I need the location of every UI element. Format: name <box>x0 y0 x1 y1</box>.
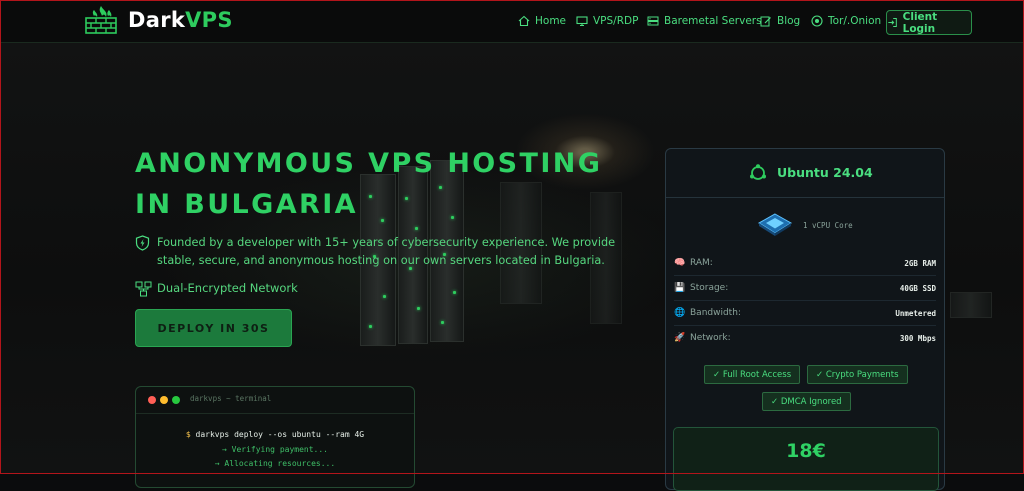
client-login-label: Client Login <box>902 10 938 35</box>
edit-icon <box>760 16 771 27</box>
terminal-command-line: $ darkvps deploy --os ubuntu --ram 4G <box>136 430 414 439</box>
spec-value: 2GB RAM <box>904 258 936 268</box>
spec-row-network: 🚀 Network: 300 Mbps <box>674 328 936 348</box>
hero-description: Founded by a developer with 15+ years of… <box>157 236 616 267</box>
spec-row-storage: 💾 Storage: 40GB SSD <box>674 278 936 298</box>
top-navbar: DarkVPS Home VPS/RDP Baremetal Servers B… <box>0 0 1024 43</box>
monitor-icon <box>576 16 588 27</box>
disk-icon: 💾 <box>674 282 686 293</box>
nav-item-label: Blog <box>777 15 801 27</box>
terminal-output-line: → Allocating resources... <box>214 459 336 468</box>
spec-value: Unmetered <box>895 308 936 318</box>
badge-full-root-access: ✓ Full Root Access <box>704 365 801 384</box>
divider <box>674 325 936 326</box>
globe-icon: 🌐 <box>674 307 686 318</box>
shield-bolt-icon <box>135 235 150 251</box>
ubuntu-icon <box>750 164 766 180</box>
close-dot-icon <box>148 396 156 404</box>
plan-card: Ubuntu 24.04 1 vCPU Core 🧠 RAM: 2GB RAM … <box>665 148 945 491</box>
brand-name-main: Dark <box>128 8 186 32</box>
nav-item-label: Baremetal Servers <box>664 15 762 27</box>
hero-title: ANONYMOUS VPS HOSTING IN BULGARIA <box>135 148 603 220</box>
spec-value: 300 Mbps <box>899 333 936 343</box>
deploy-button[interactable]: DEPLOY IN 30S <box>135 309 292 347</box>
server-icon <box>647 16 659 26</box>
brand-name-accent: VPS <box>185 8 233 32</box>
badge-dmca-ignored: ✓ DMCA Ignored <box>762 392 851 411</box>
rocket-icon: 🚀 <box>674 332 686 343</box>
nav-item-blog[interactable]: Blog <box>760 12 800 30</box>
badge-crypto-payments: ✓ Crypto Payments <box>807 365 908 384</box>
spec-label: Storage: <box>690 283 729 293</box>
terminal-title: darkvps ~ terminal <box>190 394 272 403</box>
maximize-dot-icon <box>172 396 180 404</box>
brand-logo-text[interactable]: DarkVPS <box>128 8 233 32</box>
spec-row-bandwidth: 🌐 Bandwidth: Unmetered <box>674 303 936 323</box>
plan-card-header: Ubuntu 24.04 <box>666 149 944 198</box>
client-login-button[interactable]: Client Login <box>886 10 972 35</box>
terminal-output-line: → Verifying payment... <box>222 445 328 454</box>
divider <box>674 275 936 276</box>
nav-item-tor-onion[interactable]: Tor/.Onion <box>811 12 881 30</box>
spec-label: RAM: <box>690 258 713 268</box>
spec-value: 40GB SSD <box>899 283 936 293</box>
terminal-titlebar: darkvps ~ terminal <box>136 387 414 414</box>
nav-item-vps-rdp[interactable]: VPS/RDP <box>576 12 638 30</box>
tor-icon <box>811 15 823 27</box>
nav-item-label: Home <box>535 15 567 27</box>
nav-item-home[interactable]: Home <box>518 12 566 30</box>
terminal-window: darkvps ~ terminal $ darkvps deploy --os… <box>135 386 415 488</box>
firewall-logo-icon <box>85 6 117 34</box>
plan-os-name: Ubuntu 24.04 <box>777 165 873 180</box>
nav-item-label: VPS/RDP <box>593 15 639 27</box>
plan-cpu: 1 vCPU Core <box>803 221 853 230</box>
terminal-command: darkvps deploy --os ubuntu --ram 4G <box>195 430 365 439</box>
brain-icon: 🧠 <box>674 257 686 268</box>
nav-item-label: Tor/.Onion <box>828 15 882 27</box>
network-icon <box>135 281 152 297</box>
home-icon <box>518 15 530 27</box>
price-box: 18€ <box>673 427 939 491</box>
spec-row-ram: 🧠 RAM: 2GB RAM <box>674 253 936 273</box>
spec-label: Bandwidth: <box>690 308 741 318</box>
nav-item-baremetal-servers[interactable]: Baremetal Servers <box>647 12 762 30</box>
spec-label: Network: <box>690 333 731 343</box>
plan-price: 18€ <box>786 440 826 462</box>
minimize-dot-icon <box>160 396 168 404</box>
cpu-chip-icon <box>758 213 792 236</box>
terminal-prompt: $ <box>185 430 191 439</box>
login-icon <box>888 18 897 27</box>
feature-dual-encrypted: Dual-Encrypted Network <box>157 281 298 295</box>
divider <box>674 300 936 301</box>
